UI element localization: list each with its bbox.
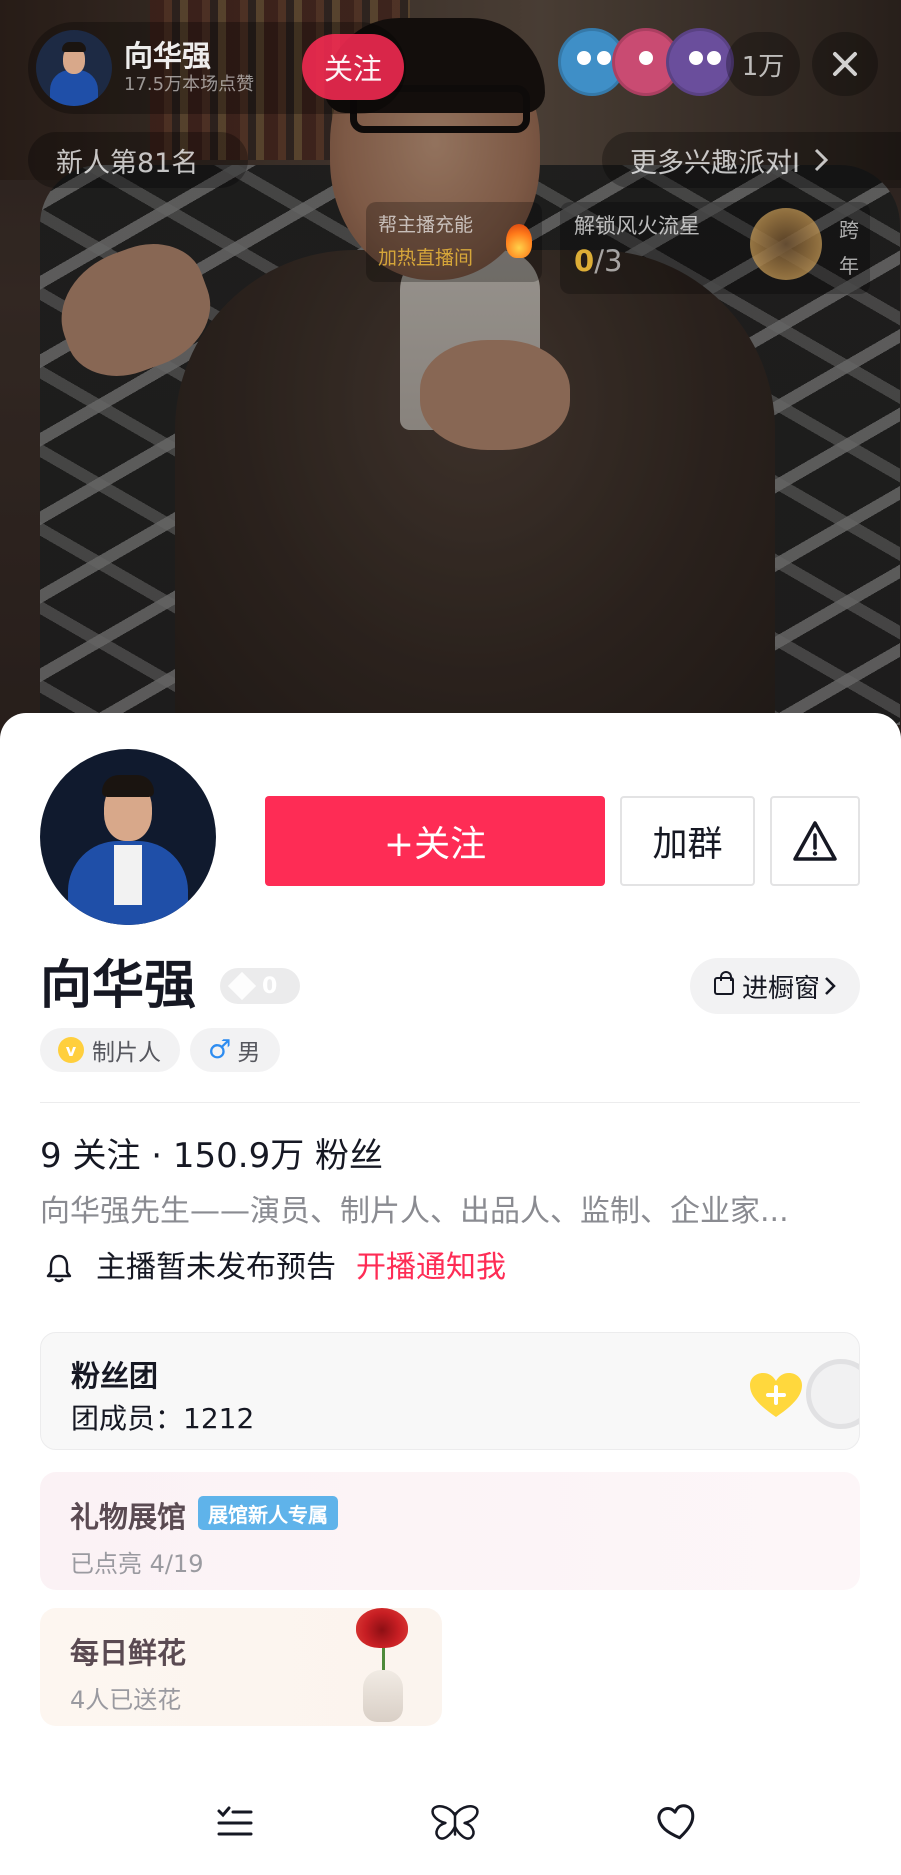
join-group-button[interactable]: 加群 (620, 796, 755, 886)
list-button[interactable] (210, 1798, 260, 1848)
chevron-right-icon (814, 148, 828, 172)
gift-hall-tag: 展馆新人专属 (198, 1496, 338, 1530)
rank-pill[interactable]: 新人第81名 (28, 132, 248, 188)
bio-text[interactable]: 向华强先生——演员、制片人、出品人、监制、企业家... (40, 1190, 860, 1234)
profile-name: 向华强 (40, 956, 197, 1016)
host-name: 向华强 (124, 39, 212, 73)
live-follow-button[interactable]: 关注 (302, 34, 404, 100)
shopping-bag-icon (713, 971, 734, 995)
interest-label: 更多兴趣派对I (630, 147, 800, 179)
level-badge: 0 (220, 968, 300, 1004)
fan-club-members: 团成员：1212 (71, 1402, 255, 1435)
close-icon (833, 52, 857, 76)
heart-button[interactable] (652, 1798, 702, 1848)
new-year-label: 跨年 (839, 218, 859, 278)
verified-icon: v (58, 1037, 84, 1063)
close-button[interactable] (812, 32, 878, 96)
heart-icon (657, 1804, 695, 1840)
vase-icon (363, 1670, 403, 1722)
viewer-count[interactable]: 1万 (726, 32, 800, 96)
list-icon (217, 1806, 253, 1836)
gift-hall-progress: 已点亮 4/19 (70, 1550, 204, 1578)
daily-flower-title: 每日鲜花 (70, 1636, 187, 1670)
follow-stats[interactable]: 9 关注 · 150.9万 粉丝 (40, 1132, 383, 1180)
host-avatar[interactable] (36, 30, 112, 106)
boost-host-card[interactable]: 帮主播充能 加热直播间 (366, 202, 542, 282)
follow-button[interactable]: +关注 (265, 796, 605, 886)
butterfly-button[interactable] (430, 1798, 480, 1848)
occupation-tag: v 制片人 (40, 1028, 180, 1072)
report-button[interactable] (770, 796, 860, 886)
profile-avatar[interactable] (40, 749, 216, 925)
diamond-icon (227, 971, 257, 1001)
notice-text: 主播暂未发布预告 (96, 1250, 336, 1285)
showcase-label: 进橱窗 (741, 973, 820, 1004)
gift-hall-card[interactable]: 礼物展馆 展馆新人专属 已点亮 4/19 (40, 1472, 860, 1590)
live-notice: 主播暂未发布预告 开播通知我 (40, 1244, 506, 1292)
divider (40, 1102, 860, 1103)
fan-club-card[interactable]: 粉丝团 团成员：1212 (40, 1332, 860, 1450)
chevron-right-icon (825, 977, 836, 995)
host-likes: 17.5万本场点赞 (124, 74, 255, 95)
daily-flower-card[interactable]: 每日鲜花 4人已送花 (40, 1608, 442, 1726)
unlock-meteor-card[interactable]: 解锁风火流星 0/3 跨年 (560, 202, 870, 294)
gender-label: 男 (237, 1040, 261, 1066)
occupation-label: 制片人 (92, 1040, 161, 1066)
level-value: 0 (262, 973, 278, 999)
notify-me-link[interactable]: 开播通知我 (356, 1244, 506, 1292)
viewer-avatars[interactable] (558, 28, 734, 96)
rose-icon (356, 1608, 408, 1648)
viewer-avatar[interactable] (666, 28, 734, 96)
fan-club-title: 粉丝团 (71, 1359, 159, 1393)
bell-icon (40, 1253, 78, 1283)
rank-label: 新人第81名 (56, 147, 199, 179)
heart-plus-icon[interactable] (747, 1371, 805, 1421)
fire-icon (506, 224, 532, 258)
butterfly-icon (431, 1805, 479, 1840)
meteor-badge-icon (750, 208, 822, 280)
daily-flower-count: 4人已送花 (70, 1686, 182, 1714)
showcase-button[interactable]: 进橱窗 (690, 958, 860, 1014)
warning-icon (793, 821, 837, 861)
interest-party-pill[interactable]: 更多兴趣派对I (602, 132, 901, 188)
gift-hall-title: 礼物展馆 (70, 1500, 187, 1534)
fan-badge-icon (806, 1359, 859, 1429)
gender-tag: ♂ 男 (190, 1028, 280, 1072)
male-icon: ♂ (208, 1035, 232, 1065)
